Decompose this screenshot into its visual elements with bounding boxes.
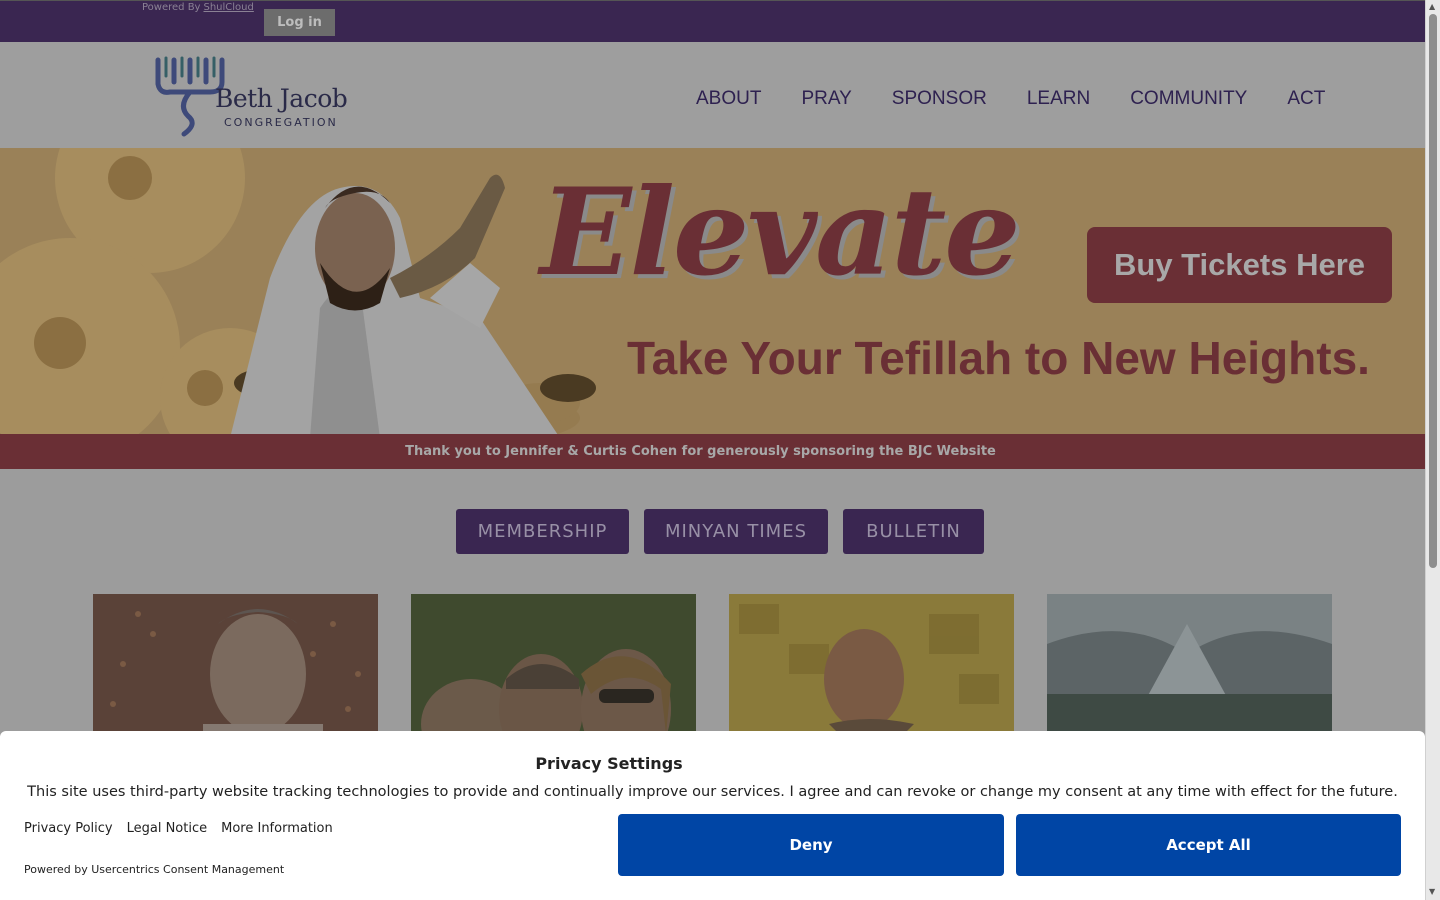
nav-act[interactable]: ACT [1267, 88, 1345, 110]
nav-pray[interactable]: PRAY [781, 88, 871, 110]
main-nav: ABOUT PRAY SPONSOR LEARN COMMUNITY ACT [676, 88, 1345, 110]
scroll-up-icon[interactable]: ▲ [1429, 2, 1435, 11]
scroll-down-icon[interactable]: ▼ [1429, 887, 1435, 896]
hero-tagline: Take Your Tefillah to New Heights. [627, 332, 1370, 384]
consent-text: This site uses third-party website track… [27, 784, 1398, 800]
accept-all-button[interactable]: Accept All [1016, 814, 1401, 876]
bulletin-button[interactable]: BULLETIN [843, 509, 984, 554]
shofar-blower-photo [231, 174, 558, 434]
photo-tile-stained-glass[interactable] [729, 594, 1014, 734]
nav-about[interactable]: ABOUT [676, 88, 781, 110]
consent-powered-by: Powered by Usercentrics Consent Manageme… [24, 863, 285, 876]
privacy-policy-link[interactable]: Privacy Policy [24, 821, 113, 836]
powered-by-label: Powered By [142, 2, 201, 13]
consent-links: Privacy Policy Legal Notice More Informa… [24, 821, 333, 836]
tent-event-photo [1047, 594, 1332, 734]
nav-community[interactable]: COMMUNITY [1110, 88, 1267, 110]
shulcloud-link[interactable]: ShulCloud [203, 2, 253, 13]
family-photo [411, 594, 696, 734]
logo-subtitle: CONGREGATION [224, 116, 338, 129]
scroll-thumb[interactable] [1429, 14, 1437, 568]
more-information-link[interactable]: More Information [221, 821, 333, 836]
top-bar: Powered By ShulCloud Log in [0, 0, 1425, 42]
page-scrollbar[interactable]: ▲ ▼ [1425, 0, 1440, 900]
photo-tile-tent-event[interactable] [1047, 594, 1332, 734]
sponsor-bar: Thank you to Jennifer & Curtis Cohen for… [0, 434, 1425, 469]
consent-title: Privacy Settings [535, 754, 683, 773]
minyan-times-button[interactable]: MINYAN TIMES [644, 509, 828, 554]
nav-learn[interactable]: LEARN [1007, 88, 1110, 110]
buy-tickets-button[interactable]: Buy Tickets Here [1087, 227, 1392, 303]
rabbi-photo [93, 594, 378, 734]
deny-button[interactable]: Deny [618, 814, 1004, 876]
consent-banner: Privacy Settings This site uses third-pa… [0, 731, 1425, 900]
photo-tile-family[interactable] [411, 594, 696, 734]
site-header: Beth Jacob CONGREGATION ABOUT PRAY SPONS… [0, 42, 1425, 148]
logo-name: Beth Jacob [215, 84, 348, 113]
membership-button[interactable]: MEMBERSHIP [456, 509, 629, 554]
logo[interactable]: Beth Jacob CONGREGATION [150, 54, 350, 140]
stained-glass-photo [729, 594, 1014, 734]
photo-tile-rabbi[interactable] [93, 594, 378, 734]
sponsor-text: Thank you to Jennifer & Curtis Cohen for… [405, 444, 996, 459]
nav-sponsor[interactable]: SPONSOR [872, 88, 1007, 110]
legal-notice-link[interactable]: Legal Notice [127, 821, 208, 836]
hero-headline: Elevate [540, 162, 1021, 303]
powered-by: Powered By ShulCloud [142, 2, 254, 13]
login-button[interactable]: Log in [264, 9, 335, 36]
hero-banner[interactable]: Elevate Buy Tickets Here Take Your Tefil… [0, 148, 1425, 434]
